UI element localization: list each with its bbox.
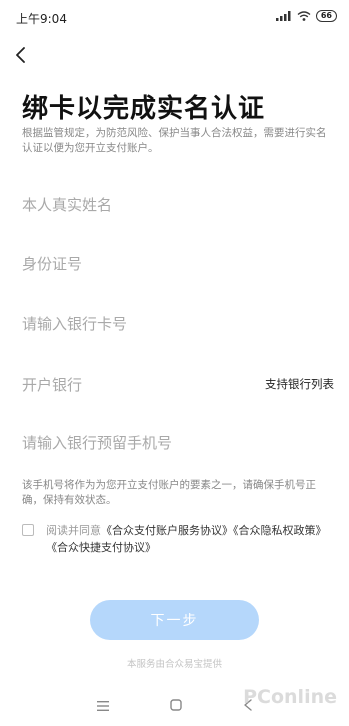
battery-icon: 66: [315, 10, 337, 22]
name-row: [22, 195, 334, 225]
back-button[interactable]: [8, 42, 34, 68]
id-row: [22, 254, 334, 284]
next-button[interactable]: 下一步: [90, 600, 259, 640]
signal-icon: [275, 11, 291, 21]
agree-checkbox[interactable]: [22, 524, 34, 536]
home-icon[interactable]: [170, 699, 182, 711]
status-icons: 66: [275, 10, 337, 22]
status-time: 上午9:04: [16, 12, 67, 26]
status-bar: 上午9:04 66: [0, 0, 349, 34]
service-provider-note: 本服务由合众易宝提供: [126, 659, 222, 670]
agreement-row: 阅读并同意《合众支付账户服务协议》《合众隐私权政策》《合众快捷支付协议》: [22, 522, 340, 556]
page-description: 根据监管规定，为防范风险、保护当事人合法权益，需要进行实名认证以便为您开立支付账…: [22, 127, 327, 154]
chevron-left-icon: [16, 47, 25, 63]
phone-input[interactable]: [22, 434, 242, 452]
supported-banks-link[interactable]: 支持银行列表: [265, 376, 334, 392]
bank-row[interactable]: 开户银行 支持银行列表: [22, 374, 334, 404]
page-title: 绑卡以完成实名认证: [22, 94, 266, 124]
name-input[interactable]: [22, 196, 242, 214]
agreement-text: 阅读并同意《合众支付账户服务协议》《合众隐私权政策》《合众快捷支付协议》: [46, 522, 340, 556]
bank-card-input[interactable]: [22, 315, 242, 333]
agreement-prefix: 阅读并同意: [46, 524, 101, 537]
menu-icon[interactable]: [97, 701, 109, 711]
phone-row: [22, 433, 334, 463]
wifi-icon: [297, 11, 311, 21]
phone-hint: 该手机号将作为为您开立支付账户的要素之一，请确保手机号正确，保持有效状态。: [22, 479, 316, 506]
id-number-input[interactable]: [22, 255, 242, 273]
card-row: [22, 314, 334, 344]
watermark-logo: PConline: [243, 686, 337, 708]
bank-select-label[interactable]: 开户银行: [22, 376, 82, 394]
